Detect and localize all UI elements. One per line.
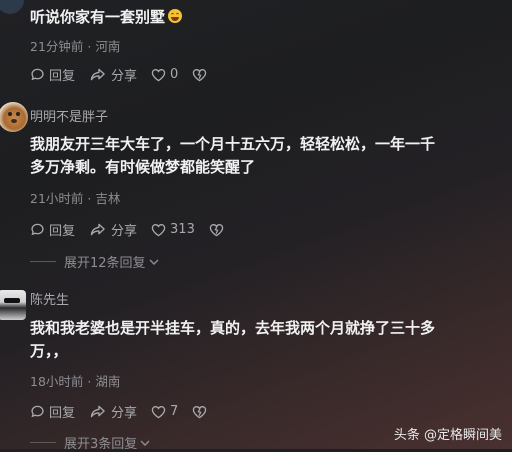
reply-label: 回复 [49, 69, 76, 84]
expand-replies-label: 展开3条回复 [64, 437, 138, 452]
comment-actions: 回复 分享 313 [30, 220, 242, 239]
share-icon [90, 68, 105, 81]
comment-text-line: 万，， [30, 342, 68, 360]
expand-replies-button[interactable]: 展开3条回复 [30, 433, 151, 452]
dislike-button[interactable] [192, 405, 211, 419]
chevron-down-icon [149, 259, 159, 265]
comment-actions: 回复 分享 7 [30, 402, 225, 421]
share-button[interactable]: 分享 [89, 220, 137, 239]
comment-text-line: 多万净剩。有时候做梦都能笑醒了 [30, 158, 256, 176]
divider [30, 442, 56, 443]
watermark: 头条 @定格瞬间美 [393, 428, 502, 443]
dislike-icon [209, 223, 224, 236]
laugh-emoji-icon [168, 9, 183, 23]
like-button[interactable]: 7 [151, 404, 178, 419]
share-button[interactable]: 分享 [89, 402, 137, 421]
dislike-icon [193, 405, 207, 418]
share-label: 分享 [111, 224, 138, 239]
comment-actions: 回复 分享 0 [30, 65, 225, 84]
comment-text: 听说你家有一套别墅 [30, 6, 183, 29]
expand-replies-label: 展开12条回复 [64, 256, 146, 271]
share-icon [90, 223, 105, 236]
heart-icon [151, 223, 166, 236]
avatar[interactable] [0, 0, 24, 14]
share-label: 分享 [111, 406, 138, 421]
chevron-down-icon [140, 440, 150, 446]
like-count: 313 [170, 222, 195, 237]
comment-text-line: 我和我老婆也是开半挂车，真的，去年我两个月就挣了三十多 [30, 319, 436, 337]
avatar[interactable] [0, 290, 26, 320]
reply-icon [31, 223, 44, 236]
share-label: 分享 [111, 69, 138, 84]
comment-meta: 18小时前 · 湖南 [30, 374, 121, 389]
share-icon [90, 405, 105, 418]
share-button[interactable]: 分享 [89, 65, 137, 84]
expand-replies-button[interactable]: 展开12条回复 [30, 252, 160, 271]
dislike-button[interactable] [192, 68, 211, 82]
comment-text-line: 我朋友开三年大车了，一个月十五六万，轻轻松松，一年一千 [30, 135, 436, 153]
reply-button[interactable]: 回复 [30, 65, 75, 84]
like-count: 0 [170, 67, 179, 82]
heart-icon [151, 405, 166, 418]
reply-icon [31, 405, 44, 418]
dislike-icon [193, 68, 207, 81]
comment-author[interactable]: 明明不是胖子 [30, 106, 108, 125]
comment-author[interactable]: 陈先生 [30, 289, 69, 308]
like-button[interactable]: 0 [151, 67, 178, 82]
reply-button[interactable]: 回复 [30, 220, 75, 239]
reply-label: 回复 [49, 224, 76, 239]
reply-button[interactable]: 回复 [30, 402, 75, 421]
comment-meta: 21小时前 · 吉林 [30, 191, 121, 206]
comment-text: 我朋友开三年大车了，一个月十五六万，轻轻松松，一年一千 多万净剩。有时候做梦都能… [30, 133, 500, 179]
dislike-button[interactable] [209, 223, 228, 237]
heart-icon [151, 68, 166, 81]
avatar[interactable] [0, 102, 28, 132]
like-count: 7 [170, 404, 179, 419]
reply-label: 回复 [49, 406, 76, 421]
like-button[interactable]: 313 [151, 222, 195, 237]
comment-text: 我和我老婆也是开半挂车，真的，去年我两个月就挣了三十多 万，， [30, 317, 500, 363]
reply-icon [31, 68, 44, 81]
divider [30, 261, 56, 262]
comment-meta: 21分钟前 · 河南 [30, 39, 121, 54]
